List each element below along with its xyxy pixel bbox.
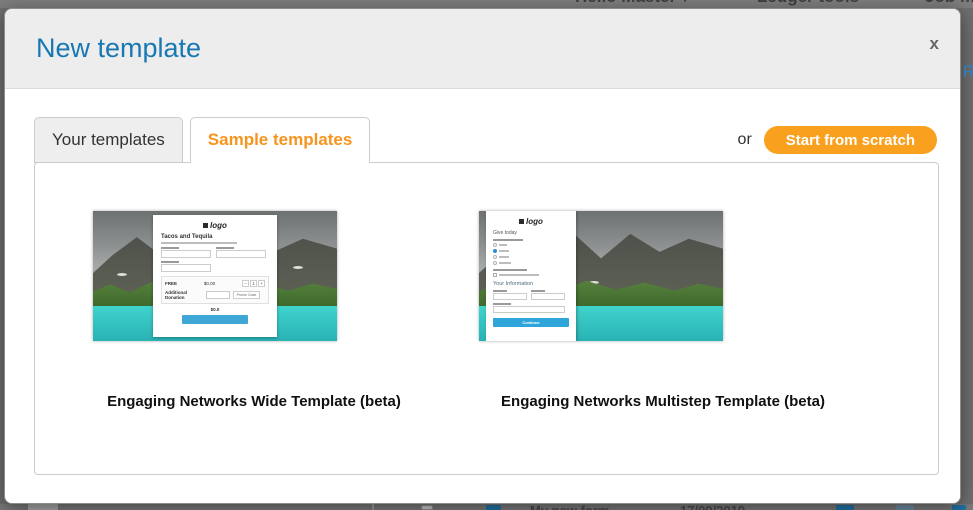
preview-amount-label	[493, 239, 523, 241]
preview-frequency-label	[493, 269, 527, 271]
close-icon[interactable]: x	[930, 35, 939, 52]
row-checkbox-fragment	[421, 505, 433, 510]
modal-title: New template	[36, 33, 202, 63]
screen: Hello Master ▾ Ledger tools Job monitor …	[0, 0, 973, 510]
form-type-icon-fragment	[486, 505, 501, 510]
modal-body: Your templates Sample templates or Start…	[5, 89, 960, 503]
tab-label: Sample templates	[207, 130, 353, 149]
background-table-row: My new form 17/09/2019	[0, 504, 973, 510]
template-tabs: Your templates Sample templates	[34, 117, 371, 164]
preview-free-label: FREE	[165, 281, 178, 286]
logo-icon	[203, 223, 209, 228]
row-divider	[372, 504, 374, 510]
sample-templates-panel: logo Tacos and Tequila FREE $0.00 − 1 + …	[34, 162, 939, 475]
tab-label: Your templates	[52, 130, 165, 149]
preview-event-title: Tacos and Tequila	[161, 234, 213, 240]
row-action-icon-3	[952, 505, 966, 510]
template-thumbnail-wide[interactable]: logo Tacos and Tequila FREE $0.00 − 1 + …	[93, 211, 337, 341]
snow-patch	[117, 273, 127, 276]
row-date: 17/09/2019	[680, 504, 745, 510]
modal-header: New template x	[5, 9, 960, 89]
preview-order-box: FREE $0.00 − 1 + Additional Donation Pro…	[161, 276, 269, 304]
preview-name-fields	[161, 247, 269, 258]
preview-date-line	[161, 242, 237, 244]
preview-email-field	[161, 261, 269, 272]
background-top-nav: Hello Master ▾ Ledger tools Job monitor	[0, 0, 973, 8]
new-template-modal: New template x Your templates Sample tem…	[4, 8, 961, 504]
preview-your-information: Your Information	[493, 281, 534, 287]
preview-form-panel: logo Give today Your Information Continu…	[486, 211, 576, 341]
start-from-scratch-button[interactable]: Start from scratch	[763, 126, 937, 154]
template-thumbnail-multistep[interactable]: logo Give today Your Information Continu…	[479, 211, 723, 341]
or-label: or	[737, 131, 752, 148]
preview-give-today: Give today	[493, 230, 517, 236]
preview-logo: logo	[493, 217, 569, 226]
template-title-wide: Engaging Networks Wide Template (beta)	[107, 393, 401, 410]
snow-patch	[293, 266, 303, 269]
preview-total: $0.0	[210, 307, 220, 312]
row-form-name: My new form	[530, 504, 609, 510]
row-cell-fragment	[28, 504, 58, 510]
bg-nav-ledger-tools: Ledger tools	[757, 0, 859, 7]
tab-sample-templates[interactable]: Sample templates	[189, 117, 371, 164]
preview-amount: $0.00	[203, 281, 216, 286]
template-title-multistep: Engaging Networks Multistep Template (be…	[501, 393, 825, 410]
preview-donation-label: Additional Donation	[165, 290, 187, 300]
selected-radio	[493, 249, 497, 253]
row-action-icon-2	[896, 505, 914, 510]
background-link-fragment: R	[963, 62, 973, 81]
bg-nav-job-monitor: Job monitor	[925, 0, 973, 7]
row-action-icon-1	[836, 505, 854, 510]
preview-logo: logo	[161, 221, 269, 230]
bg-nav-hello-master: Hello Master ▾	[575, 0, 689, 7]
start-from-scratch-row: or Start from scratch	[738, 126, 937, 154]
tab-your-templates[interactable]: Your templates	[34, 117, 183, 163]
preview-continue-button: Continue	[493, 318, 569, 327]
preview-form-card: logo Tacos and Tequila FREE $0.00 − 1 + …	[153, 215, 277, 337]
preview-promo-button: Promo Code	[233, 291, 260, 299]
preview-submit-button	[182, 315, 248, 324]
logo-icon	[519, 219, 525, 224]
preview-quantity-stepper: − 1 +	[242, 280, 265, 287]
